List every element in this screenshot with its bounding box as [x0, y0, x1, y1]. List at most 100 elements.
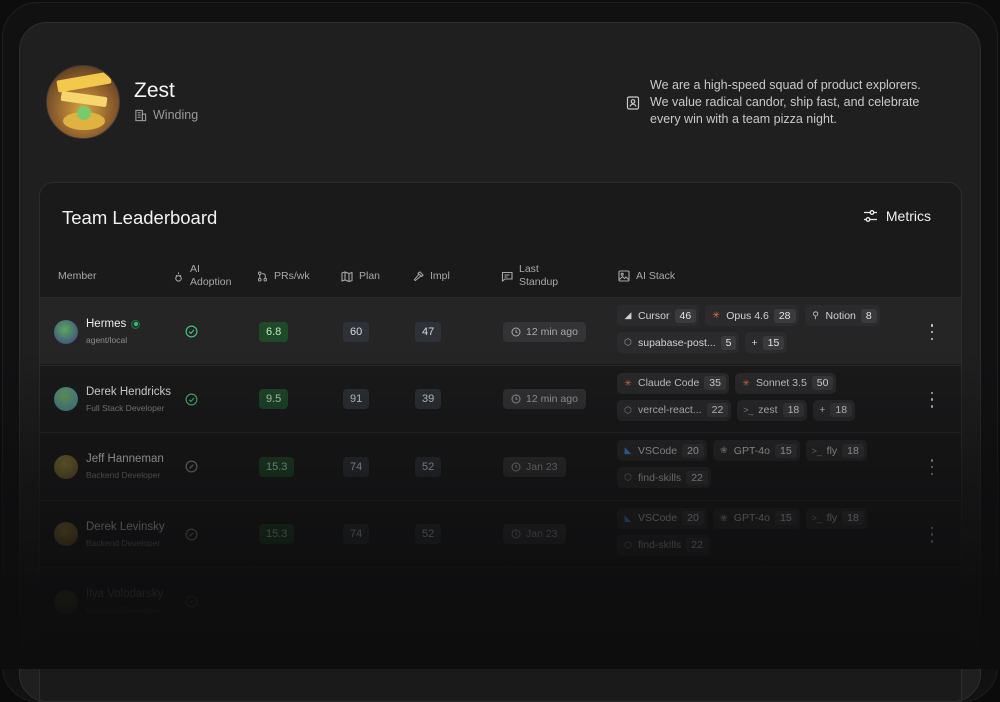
ai-stack-chip[interactable]: >_ fly 18: [805, 507, 867, 529]
table-header: Member AI Adoption PRs/wk Plan Impl Last…: [40, 255, 961, 297]
prs-value: 15.3: [259, 524, 295, 544]
pending-circle-icon: [185, 460, 198, 473]
chip-count: 35: [704, 376, 726, 390]
col-last-standup[interactable]: Last Standup: [501, 255, 558, 297]
chip-count: 15: [774, 443, 797, 458]
prs-cell: 9.5: [259, 366, 289, 433]
table-row[interactable]: Hermes agent/local 6.8 60 47 12 min ago ◢ Curso…: [40, 297, 961, 364]
team-description: We are a high-speed squad of product exp…: [626, 77, 926, 128]
table-row[interactable]: Derek Levinsky Backend Developer 15.3 74 52 J…: [40, 499, 961, 568]
ai-stack-chip[interactable]: +18: [813, 399, 856, 421]
prs-cell: 6.8: [259, 298, 289, 365]
standup-value: 12 min ago: [526, 325, 578, 338]
member-cell: Derek Levinsky Backend Developer: [54, 501, 165, 568]
impl-cell: 52: [415, 501, 442, 568]
table-row[interactable]: Derek Hendricks Full Stack Developer 9.5 91…: [40, 364, 961, 433]
col-plan[interactable]: Plan: [341, 255, 380, 297]
col-ai-adoption[interactable]: AI Adoption: [173, 255, 231, 297]
team-avatar: [46, 65, 120, 139]
ai-stack-list: ◣ VSCode 20 ❀ GPT-4o 15 >_ fly 18 ⬡ find-skills 22: [617, 440, 917, 488]
ai-stack-chip[interactable]: ⬡ supabase-post... 5: [617, 332, 740, 353]
impl-cell: 39: [415, 366, 442, 433]
chip-count: 22: [686, 470, 708, 485]
terminal-icon: >_: [811, 445, 822, 456]
plan-value: 60: [343, 321, 370, 342]
ai-stack-chip[interactable]: +15: [745, 332, 788, 353]
row-menu-button[interactable]: [925, 324, 939, 340]
hammer-icon: [413, 270, 424, 281]
impl-cell: 47: [415, 298, 442, 365]
check-circle-icon: [185, 393, 198, 405]
git-pull-request-icon: [257, 271, 268, 281]
impl-value: 47: [415, 321, 442, 342]
metrics-button[interactable]: Metrics: [863, 208, 931, 224]
row-menu-button[interactable]: [925, 526, 939, 543]
standup-value: Jan 23: [526, 460, 558, 473]
ai-stack-chip[interactable]: ⚲ Notion 8: [804, 305, 880, 326]
ai-stack-chip[interactable]: >_ fly 18: [805, 440, 867, 461]
member-name[interactable]: Ilya Volodarsky: [86, 588, 163, 600]
ai-stack-chip[interactable]: ✳ Sonnet 3.5 50: [734, 372, 837, 394]
ai-adoption-cell: [185, 366, 198, 433]
ai-stack-chip[interactable]: ✳ Claude Code 35: [617, 372, 729, 394]
package-icon: ⬡: [624, 404, 632, 415]
ai-stack-chip[interactable]: ◣ VSCode 20: [617, 507, 707, 529]
team-name: Zest: [134, 79, 175, 102]
avatar: [54, 454, 78, 479]
team-header: Zest Winding We are a high-speed squad o…: [20, 23, 980, 183]
ai-stack-chip[interactable]: ⬡ vercel-react... 22: [617, 399, 732, 421]
member-name[interactable]: Derek Levinsky: [86, 521, 165, 533]
col-member[interactable]: Member: [58, 255, 97, 297]
col-prs[interactable]: PRs/wk: [257, 255, 310, 297]
ai-stack-chip[interactable]: ⬡ find-skills 22: [617, 534, 711, 556]
member-name[interactable]: Jeff Hanneman: [86, 453, 164, 465]
pending-circle-icon: [185, 528, 198, 540]
col-impl[interactable]: Impl: [413, 255, 450, 297]
avatar: [54, 319, 78, 344]
clock-icon: [511, 326, 521, 337]
openai-icon: ❀: [720, 512, 728, 523]
impl-value: 52: [415, 524, 442, 544]
ai-stack-chip[interactable]: ❀ GPT-4o 15: [712, 440, 800, 461]
member-name[interactable]: Hermes: [86, 318, 126, 330]
team-page: Zest Winding We are a high-speed squad o…: [19, 22, 981, 702]
app-frame: Zest Winding We are a high-speed squad o…: [0, 0, 1000, 702]
chip-count: 22: [706, 403, 729, 417]
member-role: Full Stack Developer: [86, 402, 165, 413]
image-icon: [618, 270, 630, 282]
chip-count: 18: [782, 403, 805, 417]
standup-cell: 12 min ago: [503, 366, 586, 433]
ai-stack-chip[interactable]: ⬡ find-skills 22: [617, 467, 711, 488]
table-row[interactable]: Ilya Volodarsky Backend Developer: [40, 567, 961, 634]
ai-stack-chip[interactable]: ✳ Opus 4.6 28: [705, 305, 799, 326]
member-cell: Jeff Hanneman Backend Developer: [54, 433, 164, 500]
chip-count: 18: [842, 511, 864, 525]
chip-label: Claude Code: [638, 377, 700, 389]
member-name[interactable]: Derek Hendricks: [86, 386, 171, 398]
standup-cell: 12 min ago: [503, 298, 586, 365]
chip-label: +: [751, 336, 758, 349]
row-menu-button[interactable]: [925, 391, 939, 408]
prs-value: 9.5: [259, 389, 289, 409]
ai-stack-chip[interactable]: ❀ GPT-4o 15: [712, 507, 800, 529]
ai-stack-chip[interactable]: ◣ VSCode 20: [617, 440, 707, 461]
member-cell: Derek Hendricks Full Stack Developer: [54, 366, 171, 433]
member-role: agent/local: [86, 335, 128, 345]
check-circle-icon: [185, 325, 198, 338]
chip-label: zest: [758, 404, 778, 416]
plan-cell: 60: [343, 298, 370, 365]
plan-cell: 74: [343, 433, 370, 500]
member-role: Backend Developer: [86, 470, 161, 480]
col-ai-stack[interactable]: AI Stack: [618, 255, 675, 297]
package-icon: ⬡: [624, 472, 632, 482]
prs-value: 15.3: [259, 456, 295, 477]
ai-stack-chip[interactable]: ◢ Cursor 46: [617, 305, 700, 326]
anthropic-icon: ✳: [624, 377, 632, 388]
ai-stack-chip[interactable]: >_ zest 18: [737, 399, 808, 421]
table-row[interactable]: Jeff Hanneman Backend Developer 15.3 74 52 Ja…: [40, 432, 961, 499]
impl-cell: 52: [415, 433, 442, 500]
row-menu-button[interactable]: [925, 459, 939, 475]
chip-label: Cursor: [638, 309, 670, 322]
chip-count: 46: [674, 308, 697, 323]
ai-adoption-cell: [185, 501, 198, 568]
